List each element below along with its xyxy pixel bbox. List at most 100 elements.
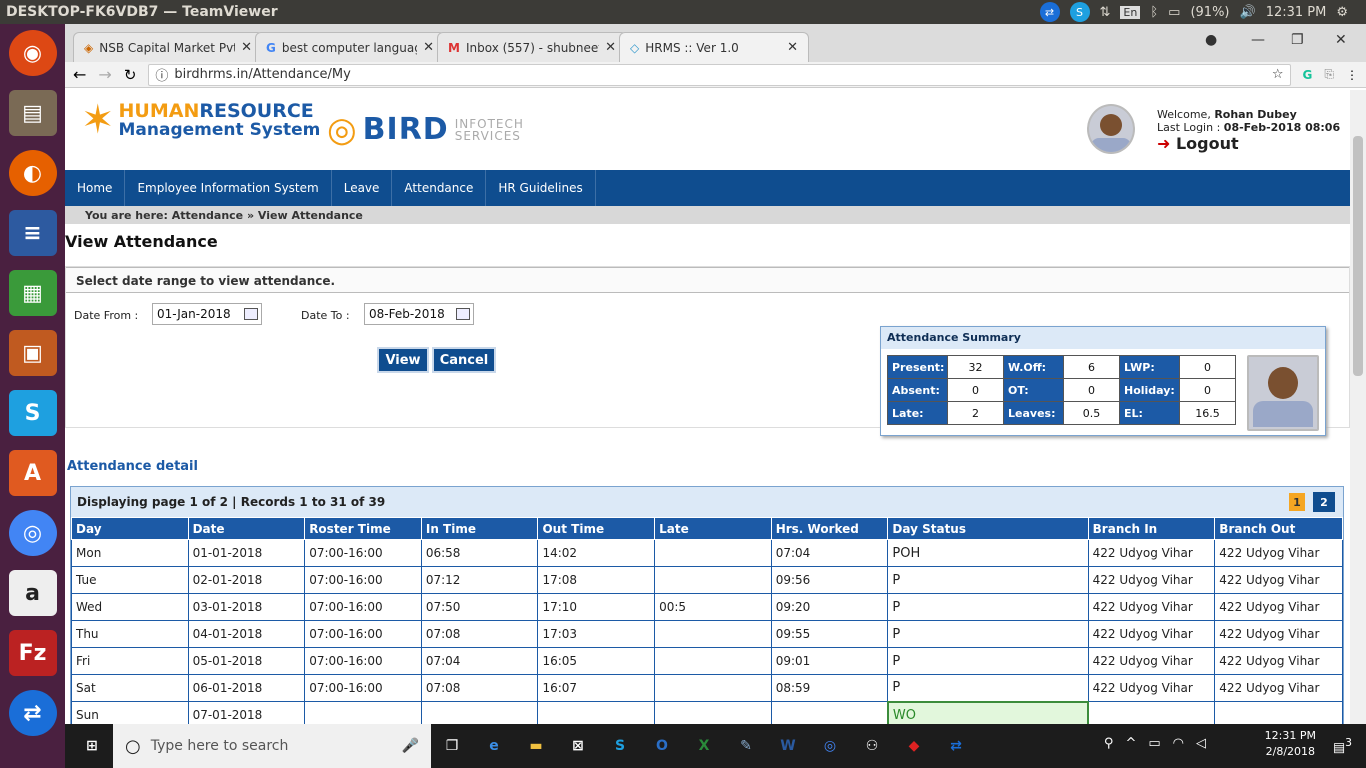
taskbar-search[interactable]: ○ Type here to search 🎤 bbox=[113, 724, 431, 768]
table-row[interactable]: Wed 03-01-2018 07:00-16:00 07:50 17:10 00:5 09… bbox=[71, 593, 1343, 621]
forward-icon[interactable]: → bbox=[98, 65, 111, 84]
hrms-logo[interactable]: ✶ HUMANRESOURCE Management System bbox=[81, 100, 320, 140]
column-header[interactable]: Date bbox=[187, 517, 306, 540]
taskbar-clock[interactable]: 12:31 PM 2/8/2018 bbox=[1265, 728, 1316, 760]
page-1-button[interactable]: 1 bbox=[1289, 493, 1305, 511]
network-app-icon[interactable]: ⚇ bbox=[857, 731, 887, 761]
column-header[interactable]: Day Status bbox=[887, 517, 1089, 540]
tab-hrms[interactable]: ◇ HRMS :: Ver 1.0 ✕ bbox=[619, 32, 809, 62]
column-header[interactable]: Branch Out bbox=[1214, 517, 1343, 540]
column-header[interactable]: Branch In bbox=[1087, 517, 1216, 540]
close-icon[interactable]: ✕ bbox=[241, 40, 252, 55]
action-center-icon[interactable]: ▤3 bbox=[1333, 736, 1352, 755]
monitor-icon[interactable]: ▭ bbox=[1148, 736, 1160, 751]
column-header[interactable]: Roster Time bbox=[304, 517, 422, 540]
page-2-button[interactable]: 2 bbox=[1313, 492, 1335, 512]
firefox-icon[interactable]: ◐ bbox=[8, 150, 57, 196]
column-header[interactable]: Out Time bbox=[537, 517, 656, 540]
user-avatar[interactable] bbox=[1087, 104, 1135, 154]
notepad-icon[interactable]: ✎ bbox=[731, 731, 761, 761]
date-to-input[interactable]: 08-Feb-2018 bbox=[364, 303, 474, 325]
table-row[interactable]: Thu 04-01-2018 07:00-16:00 07:08 17:03 09:55 P… bbox=[71, 620, 1343, 648]
page-scrollbar[interactable] bbox=[1350, 90, 1366, 724]
view-button[interactable]: View bbox=[377, 347, 429, 373]
nav-attendance[interactable]: Attendance bbox=[392, 170, 487, 206]
calendar-icon[interactable] bbox=[244, 308, 258, 320]
chrome-taskbar-icon[interactable]: ◎ bbox=[815, 731, 845, 761]
logout-link[interactable]: ➜ Logout bbox=[1157, 134, 1239, 153]
software-center-icon[interactable]: A bbox=[8, 450, 57, 496]
impress-icon[interactable]: ▣ bbox=[8, 330, 57, 376]
filezilla-icon[interactable]: Fz bbox=[8, 630, 57, 676]
anydesk-icon[interactable]: ◆ bbox=[899, 731, 929, 761]
back-icon[interactable]: ← bbox=[73, 65, 86, 84]
tab-gmail[interactable]: M Inbox (557) - shubneetvo ✕ bbox=[437, 32, 627, 62]
windows-start-icon[interactable]: ⊞ bbox=[77, 731, 107, 761]
wifi-icon[interactable]: ◠ bbox=[1173, 736, 1184, 751]
calc-icon[interactable]: ▦ bbox=[8, 270, 57, 316]
chrome-launcher-icon[interactable]: ◎ bbox=[8, 510, 57, 556]
pdf-extension-icon[interactable]: ⎘ bbox=[1324, 67, 1334, 82]
column-header[interactable]: Hrs. Worked bbox=[770, 517, 889, 540]
ubuntu-icon[interactable]: ◉ bbox=[8, 30, 57, 76]
word-icon[interactable]: W bbox=[773, 731, 803, 761]
skype-launcher-icon[interactable]: S bbox=[8, 390, 57, 436]
close-icon[interactable]: ✕ bbox=[787, 40, 798, 55]
power-gear-icon[interactable]: ⚙ bbox=[1336, 5, 1348, 20]
close-icon[interactable]: ✕ bbox=[605, 40, 616, 55]
volume-icon[interactable]: 🔊 bbox=[1240, 5, 1256, 20]
skype-icon[interactable]: S bbox=[1069, 2, 1090, 22]
network-arrows-icon[interactable]: ⇅ bbox=[1100, 5, 1111, 20]
file-explorer-icon[interactable]: ▬ bbox=[521, 731, 551, 761]
battery-icon[interactable]: ▭ bbox=[1168, 5, 1180, 20]
microphone-icon[interactable]: 🎤 bbox=[402, 738, 419, 754]
show-hidden-icon[interactable]: ^ bbox=[1125, 736, 1136, 751]
date-from-input[interactable]: 01-Jan-2018 bbox=[152, 303, 262, 325]
teamviewer-taskbar-icon[interactable]: ⇄ bbox=[941, 731, 971, 761]
bluetooth-icon[interactable]: ᛒ bbox=[1150, 5, 1158, 20]
speaker-icon[interactable]: ◁ bbox=[1196, 736, 1206, 751]
tab-nsb[interactable]: ◈ NSB Capital Market Pvt L ✕ bbox=[73, 32, 263, 62]
nav-leave[interactable]: Leave bbox=[332, 170, 393, 206]
scrollbar-thumb[interactable] bbox=[1353, 136, 1363, 376]
writer-icon[interactable]: ≡ bbox=[8, 210, 57, 256]
restore-button[interactable]: ❐ bbox=[1291, 32, 1304, 48]
cancel-button[interactable]: Cancel bbox=[432, 347, 496, 373]
calendar-icon[interactable] bbox=[456, 308, 470, 320]
files-icon[interactable]: ▤ bbox=[8, 90, 57, 136]
reload-icon[interactable]: ↻ bbox=[124, 66, 137, 84]
table-row[interactable]: Sat 06-01-2018 07:00-16:00 07:08 16:07 08:59 P… bbox=[71, 674, 1343, 702]
clock[interactable]: 12:31 PM bbox=[1266, 5, 1327, 20]
tab-google[interactable]: Gbest computer language ✕ bbox=[255, 32, 445, 62]
teamviewer-icon[interactable]: ⇄ bbox=[1039, 2, 1060, 22]
close-icon[interactable]: ✕ bbox=[423, 40, 434, 55]
table-row[interactable]: Sun 07-01-2018 WO bbox=[71, 700, 1343, 724]
close-window-button[interactable]: ✕ bbox=[1335, 32, 1347, 48]
people-icon[interactable]: ⚲ bbox=[1104, 736, 1114, 751]
column-header[interactable]: Day bbox=[71, 517, 189, 540]
grammarly-icon[interactable]: G bbox=[1303, 68, 1313, 82]
store-icon[interactable]: ⊠ bbox=[563, 731, 593, 761]
column-header[interactable]: In Time bbox=[420, 517, 539, 540]
edge-icon[interactable]: e bbox=[479, 731, 509, 761]
table-row[interactable]: Fri 05-01-2018 07:00-16:00 07:04 16:05 09:01 P… bbox=[71, 647, 1343, 675]
teamviewer-launcher-icon[interactable]: ⇄ bbox=[8, 690, 57, 736]
address-bar[interactable]: ⓘ birdhrms.in/Attendance/My ☆ bbox=[148, 63, 1291, 86]
task-view-icon[interactable]: ❐ bbox=[437, 731, 467, 761]
outlook-icon[interactable]: O bbox=[647, 731, 677, 761]
amazon-icon[interactable]: a bbox=[8, 570, 57, 616]
nav-hr-guidelines[interactable]: HR Guidelines bbox=[486, 170, 596, 206]
profile-icon[interactable]: ● bbox=[1205, 32, 1217, 48]
column-header[interactable]: Late bbox=[654, 517, 772, 540]
nav-home[interactable]: Home bbox=[65, 170, 126, 206]
info-icon[interactable]: ⓘ bbox=[155, 65, 168, 84]
table-row[interactable]: Mon 01-01-2018 07:00-16:00 06:58 14:02 07:04 P… bbox=[71, 539, 1343, 567]
keyboard-lang[interactable]: En bbox=[1120, 5, 1141, 19]
star-icon[interactable]: ☆ bbox=[1272, 67, 1284, 82]
table-row[interactable]: Tue 02-01-2018 07:00-16:00 07:12 17:08 09:56 P… bbox=[71, 566, 1343, 594]
menu-icon[interactable]: ⋮ bbox=[1346, 68, 1358, 82]
nav-employee-info[interactable]: Employee Information System bbox=[125, 170, 332, 206]
skype-taskbar-icon[interactable]: S bbox=[605, 731, 635, 761]
minimize-button[interactable]: — bbox=[1251, 32, 1265, 48]
excel-icon[interactable]: X bbox=[689, 731, 719, 761]
